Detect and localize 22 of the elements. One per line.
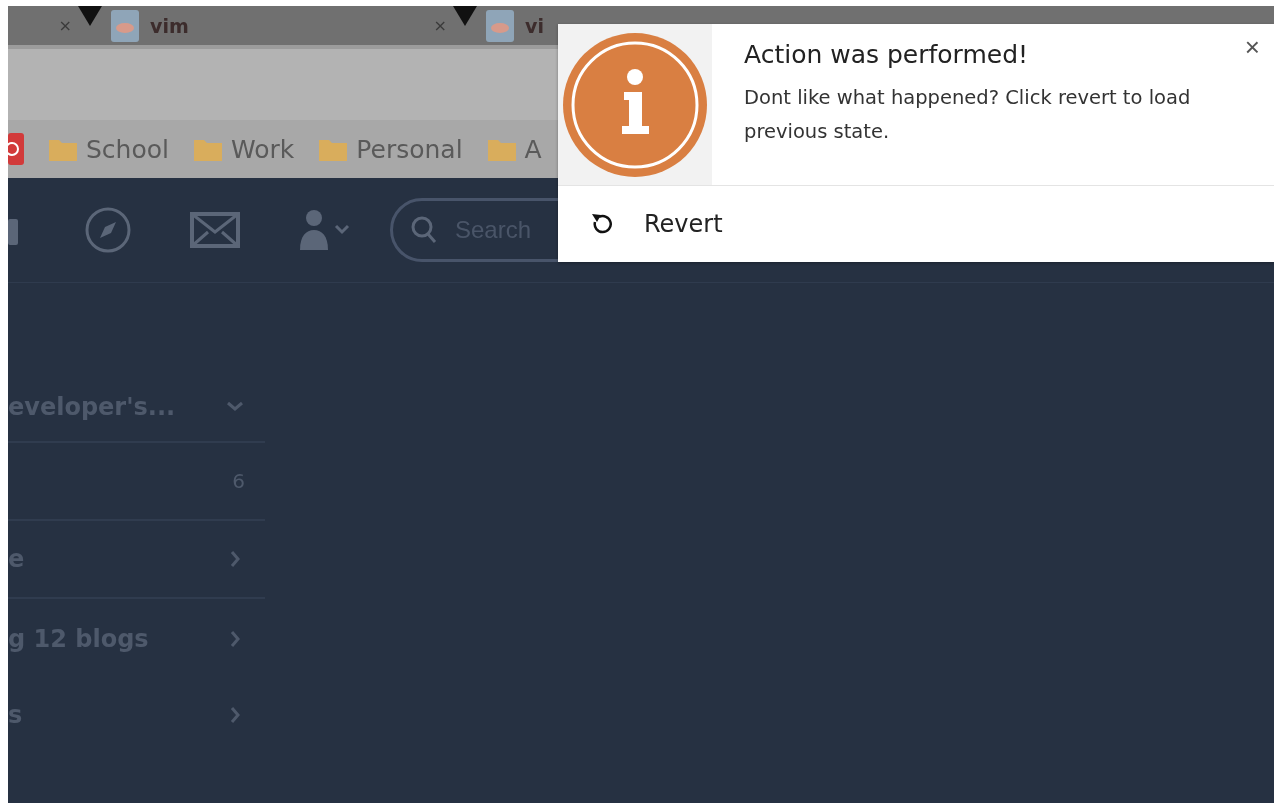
bookmark-folder[interactable]: School — [48, 134, 169, 164]
tab-title: vi — [525, 14, 544, 37]
tab-close-button[interactable]: × — [433, 16, 447, 35]
bookmark-folder[interactable]: A — [486, 134, 542, 164]
tab-divider-icon — [78, 6, 102, 26]
notification-title: Action was performed! — [744, 40, 1030, 69]
notification-message: Dont like what happened? Click revert to load previous state. — [744, 85, 1192, 145]
info-icon — [562, 31, 708, 178]
tab-title: vim — [150, 14, 189, 37]
favicon-icon — [485, 8, 515, 43]
user-menu-icon[interactable] — [298, 208, 350, 252]
bookmark-folder[interactable]: Work — [193, 134, 295, 164]
bookmark-folder[interactable]: Personal — [318, 134, 463, 164]
undo-icon — [590, 212, 612, 236]
search-icon — [410, 215, 438, 245]
app-bookmark-icon[interactable] — [8, 133, 24, 165]
close-button[interactable]: × — [1240, 32, 1264, 63]
tab-close-button[interactable]: × — [58, 16, 72, 35]
favicon-icon — [110, 8, 140, 43]
mail-icon[interactable] — [190, 212, 240, 248]
tab-divider-icon — [453, 6, 477, 26]
compass-icon[interactable] — [84, 206, 132, 254]
